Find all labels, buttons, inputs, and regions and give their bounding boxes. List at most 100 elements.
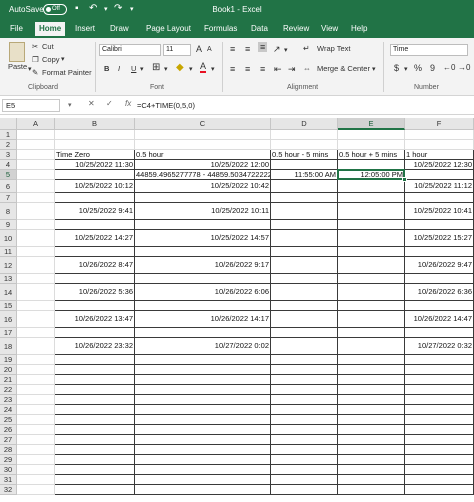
format-painter-button[interactable]: Format Painter bbox=[42, 68, 92, 77]
row-header-2[interactable]: 2 bbox=[0, 140, 17, 150]
paste-icon[interactable] bbox=[9, 42, 25, 62]
cell-d15[interactable] bbox=[271, 301, 338, 311]
cell-d31[interactable] bbox=[271, 475, 338, 485]
cell-c9[interactable] bbox=[135, 220, 271, 230]
cell-e22[interactable] bbox=[338, 385, 405, 395]
cell-a32[interactable] bbox=[17, 485, 55, 495]
cell-e17[interactable] bbox=[338, 328, 405, 338]
cell-a19[interactable] bbox=[17, 355, 55, 365]
cell-e28[interactable] bbox=[338, 445, 405, 455]
cell-d23[interactable] bbox=[271, 395, 338, 405]
row-header-6[interactable]: 6 bbox=[0, 180, 17, 193]
cell-a27[interactable] bbox=[17, 435, 55, 445]
cell-e26[interactable] bbox=[338, 425, 405, 435]
cell-a11[interactable] bbox=[17, 247, 55, 257]
cell-d25[interactable] bbox=[271, 415, 338, 425]
cell-e18[interactable] bbox=[338, 338, 405, 355]
cell-c2[interactable] bbox=[135, 140, 271, 150]
row-header-19[interactable]: 19 bbox=[0, 355, 17, 365]
tab-review[interactable]: Review bbox=[283, 24, 309, 33]
cell-c21[interactable] bbox=[135, 375, 271, 385]
cell-e11[interactable] bbox=[338, 247, 405, 257]
cell-f26[interactable] bbox=[405, 425, 474, 435]
cell-f27[interactable] bbox=[405, 435, 474, 445]
decrease-font-icon[interactable]: A bbox=[207, 46, 212, 53]
cell-d16[interactable] bbox=[271, 311, 338, 328]
cell-b14[interactable]: 10/26/2022 5:36 bbox=[55, 284, 135, 301]
cell-a20[interactable] bbox=[17, 365, 55, 375]
row-header-7[interactable]: 7 bbox=[0, 193, 17, 203]
cell-b27[interactable] bbox=[55, 435, 135, 445]
merge-center-icon[interactable]: ⇔ bbox=[303, 64, 311, 73]
cell-a21[interactable] bbox=[17, 375, 55, 385]
row-header-20[interactable]: 20 bbox=[0, 365, 17, 375]
row-header-10[interactable]: 10 bbox=[0, 230, 17, 247]
cell-f2[interactable] bbox=[405, 140, 474, 150]
cell-d24[interactable] bbox=[271, 405, 338, 415]
cell-c4[interactable]: 10/25/2022 12:00 bbox=[135, 160, 271, 170]
decrease-decimal-icon[interactable]: →0 bbox=[458, 63, 470, 72]
borders-icon[interactable]: ⊞ bbox=[152, 62, 160, 73]
cell-d3[interactable]: 0.5 hour - 5 mins bbox=[271, 150, 338, 160]
cell-c7[interactable] bbox=[135, 193, 271, 203]
cell-c14[interactable]: 10/26/2022 6:06 bbox=[135, 284, 271, 301]
cell-d10[interactable] bbox=[271, 230, 338, 247]
row-header-27[interactable]: 27 bbox=[0, 435, 17, 445]
insert-function-icon[interactable]: fx bbox=[125, 99, 131, 108]
cell-b2[interactable] bbox=[55, 140, 135, 150]
cell-d19[interactable] bbox=[271, 355, 338, 365]
cell-c6[interactable]: 10/25/2022 10:42 bbox=[135, 180, 271, 193]
fill-color-dropdown-icon[interactable]: ▾ bbox=[189, 65, 193, 73]
cell-f32[interactable] bbox=[405, 485, 474, 495]
cell-b1[interactable] bbox=[55, 130, 135, 140]
row-header-5[interactable]: 5 bbox=[0, 170, 17, 180]
cell-a6[interactable] bbox=[17, 180, 55, 193]
cell-b22[interactable] bbox=[55, 385, 135, 395]
row-header-22[interactable]: 22 bbox=[0, 385, 17, 395]
cell-e7[interactable] bbox=[338, 193, 405, 203]
cell-b12[interactable]: 10/26/2022 8:47 bbox=[55, 257, 135, 274]
cell-a28[interactable] bbox=[17, 445, 55, 455]
row-header-13[interactable]: 13 bbox=[0, 274, 17, 284]
cell-d22[interactable] bbox=[271, 385, 338, 395]
cell-f19[interactable] bbox=[405, 355, 474, 365]
underline-dropdown-icon[interactable]: ▾ bbox=[140, 65, 144, 73]
increase-decimal-icon[interactable]: ←0 bbox=[443, 63, 455, 72]
cell-d17[interactable] bbox=[271, 328, 338, 338]
cell-d8[interactable] bbox=[271, 203, 338, 220]
currency-button[interactable]: $ bbox=[394, 63, 399, 73]
cell-b5[interactable] bbox=[55, 170, 135, 180]
cell-f30[interactable] bbox=[405, 465, 474, 475]
cell-b23[interactable] bbox=[55, 395, 135, 405]
decrease-indent-icon[interactable]: ⇤ bbox=[274, 64, 282, 75]
column-header-b[interactable]: B bbox=[55, 118, 135, 130]
cell-d11[interactable] bbox=[271, 247, 338, 257]
cell-d29[interactable] bbox=[271, 455, 338, 465]
wrap-text-button[interactable]: Wrap Text bbox=[317, 44, 351, 53]
cell-c13[interactable] bbox=[135, 274, 271, 284]
cell-f1[interactable] bbox=[405, 130, 474, 140]
cell-a24[interactable] bbox=[17, 405, 55, 415]
cell-a14[interactable] bbox=[17, 284, 55, 301]
align-left-icon[interactable]: ≡ bbox=[230, 64, 235, 74]
cell-d20[interactable] bbox=[271, 365, 338, 375]
cancel-icon[interactable]: ✕ bbox=[88, 99, 95, 108]
cell-e23[interactable] bbox=[338, 395, 405, 405]
cell-b32[interactable] bbox=[55, 485, 135, 495]
cell-e20[interactable] bbox=[338, 365, 405, 375]
borders-dropdown-icon[interactable]: ▾ bbox=[164, 65, 168, 73]
tab-page-layout[interactable]: Page Layout bbox=[146, 24, 191, 33]
cell-f21[interactable] bbox=[405, 375, 474, 385]
cell-c19[interactable] bbox=[135, 355, 271, 365]
cell-d12[interactable] bbox=[271, 257, 338, 274]
cell-a12[interactable] bbox=[17, 257, 55, 274]
row-header-16[interactable]: 16 bbox=[0, 311, 17, 328]
cell-d1[interactable] bbox=[271, 130, 338, 140]
merge-center-button[interactable]: Merge & Center bbox=[317, 64, 370, 73]
bold-button[interactable]: B bbox=[104, 64, 109, 73]
cell-b13[interactable] bbox=[55, 274, 135, 284]
row-header-24[interactable]: 24 bbox=[0, 405, 17, 415]
fill-color-icon[interactable]: ◆ bbox=[176, 62, 184, 73]
cell-b19[interactable] bbox=[55, 355, 135, 365]
cell-e8[interactable] bbox=[338, 203, 405, 220]
